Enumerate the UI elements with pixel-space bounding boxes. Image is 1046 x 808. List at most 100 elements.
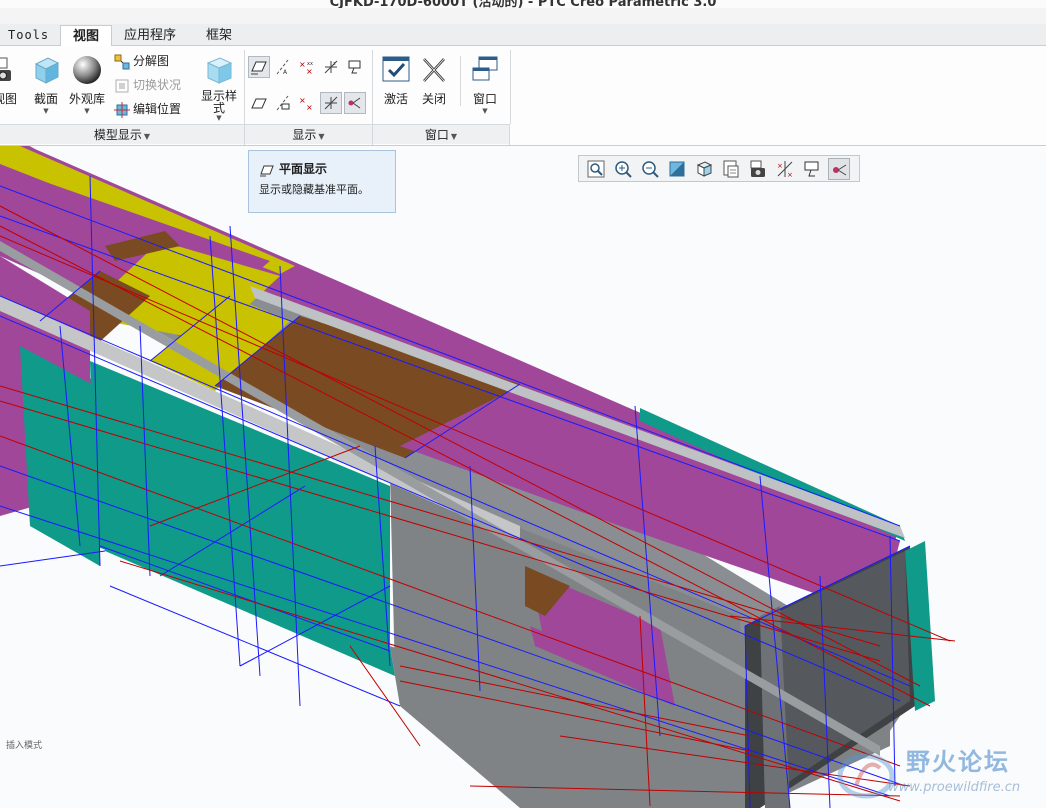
tooltip-title: 平面显示	[279, 162, 328, 176]
svg-text:×: ×	[299, 96, 306, 105]
section-button[interactable]: 截面 ▼	[26, 54, 66, 115]
tab-view[interactable]: 视图	[60, 25, 112, 47]
tab-tools[interactable]: Tools	[2, 25, 55, 46]
close-button[interactable]: 关闭	[414, 54, 454, 107]
watermark-url: www.proewildfire.cn	[888, 780, 1021, 795]
spin-center-tool-button[interactable]	[828, 158, 850, 180]
window-switch-label: 窗口	[472, 92, 497, 106]
camera-icon	[0, 54, 21, 86]
svg-text:×: ×	[306, 103, 313, 112]
svg-text:z: z	[333, 61, 336, 67]
plane-display-toggle[interactable]	[248, 56, 270, 78]
svg-text:×: ×	[787, 171, 793, 179]
graphics-toolbar: × ×	[578, 155, 860, 182]
close-icon	[418, 54, 450, 86]
tab-applications[interactable]: 应用程序	[118, 25, 182, 46]
point-tag-icon: ××	[299, 96, 313, 112]
plane-tag-display-toggle[interactable]	[248, 92, 270, 114]
saved-views-icon	[723, 160, 739, 178]
repaint-button[interactable]	[666, 158, 688, 180]
edit-position-button[interactable]: 编辑位置	[114, 99, 181, 119]
plane-display-tooltip: 平面显示 显示或隐藏基准平面。	[248, 150, 396, 213]
ribbon-group-labels: 模型显示 ▼ 显示 ▼ 窗口 ▼	[0, 124, 510, 145]
axis-display-toggle[interactable]: A	[272, 56, 294, 78]
group-window-label[interactable]: 窗口 ▼	[372, 125, 510, 145]
datum-display-filters-button[interactable]: × ×	[774, 158, 796, 180]
annotation-display-toggle[interactable]	[344, 56, 366, 78]
chevron-down-icon: ▼	[482, 107, 488, 115]
annotation-icon	[804, 161, 819, 177]
datum-filter-icon: ××	[777, 161, 793, 179]
edit-position-label: 编辑位置	[133, 102, 182, 116]
annotation-display-button[interactable]	[801, 158, 823, 180]
shaded-cube-icon	[696, 161, 713, 177]
repaint-icon	[669, 161, 685, 177]
spin-center-icon	[833, 164, 847, 176]
group-separator	[372, 50, 373, 124]
csys-tag-display-toggle[interactable]	[320, 92, 342, 114]
activate-check-icon	[380, 54, 412, 86]
spin-center-toggle[interactable]	[344, 92, 366, 114]
forum-watermark: 野火论坛 www.proewildfire.cn	[836, 742, 1036, 804]
view-manager-button[interactable]: 视图	[0, 54, 22, 107]
datum-axis-icon: A	[276, 59, 289, 76]
appearance-gallery-label: 外观库	[68, 92, 105, 106]
section-cube-icon	[30, 54, 62, 86]
graphics-window[interactable]	[0, 146, 1046, 808]
toggle-status-button[interactable]: 切换状况	[114, 75, 181, 95]
view-manager-label: 视图	[0, 92, 17, 106]
coordinate-system-icon: z	[324, 60, 338, 74]
group-separator	[460, 56, 461, 106]
svg-text:×: ×	[299, 60, 306, 69]
chevron-down-icon: ▼	[450, 132, 458, 141]
toggle-status-label: 切换状况	[133, 78, 182, 92]
tab-frame[interactable]: 框架	[200, 25, 238, 46]
explode-view-button[interactable]: 分解图	[114, 51, 169, 71]
plane-tag-icon	[251, 98, 267, 109]
refit-button[interactable]	[585, 158, 607, 180]
window-switch-button[interactable]: 窗口 ▼	[465, 54, 505, 115]
csys-tag-icon	[324, 96, 338, 110]
title-bar: CJFKD-170D-6000T (活动的) - PTC Creo Parame…	[0, 0, 1046, 8]
forum-logo-icon	[837, 753, 895, 799]
sphere-icon	[71, 54, 103, 86]
datum-point-icon: ××xx	[299, 60, 313, 76]
csys-display-toggle[interactable]: z	[320, 56, 342, 78]
display-style-button[interactable]: 显示样式 ▼	[198, 54, 240, 122]
refit-icon	[587, 160, 605, 178]
watermark-title: 野火论坛	[906, 748, 1010, 776]
ribbon-tab-bar: Tools 视图 应用程序 框架	[0, 24, 1046, 47]
ribbon-panel: 视图 截面 ▼ 外观库 ▼ 分解图 切换状况	[0, 46, 1046, 146]
appearance-gallery-button[interactable]: 外观库 ▼	[67, 54, 107, 115]
point-tag-display-toggle[interactable]: × ×	[296, 92, 318, 114]
spin-center-icon	[348, 97, 361, 109]
chevron-down-icon: ▼	[43, 107, 49, 115]
group-show-label[interactable]: 显示 ▼	[244, 125, 372, 145]
zoom-in-icon	[615, 161, 632, 178]
windows-icon	[469, 54, 501, 86]
section-label: 截面	[33, 92, 58, 106]
chevron-down-icon: ▼	[216, 114, 222, 122]
shaded-cube-icon	[203, 54, 235, 86]
zoom-out-button[interactable]	[639, 158, 661, 180]
svg-text:A: A	[283, 69, 288, 76]
explode-icon	[114, 54, 130, 70]
window-title: CJFKD-170D-6000T (活动的) - PTC Creo Parame…	[329, 0, 717, 8]
axis-tag-display-toggle[interactable]	[272, 92, 294, 114]
edit-position-icon	[114, 101, 130, 118]
toggle-status-icon	[114, 78, 130, 94]
annotation-icon	[348, 60, 361, 74]
view-manager-tool-button[interactable]	[747, 158, 769, 180]
display-style-tool-button[interactable]	[693, 158, 715, 180]
activate-button[interactable]: 激活	[376, 54, 416, 107]
point-display-toggle[interactable]: × × xx	[296, 56, 318, 78]
zoom-in-button[interactable]	[612, 158, 634, 180]
group-model-display-label[interactable]: 模型显示 ▼	[0, 125, 244, 145]
saved-orientations-button[interactable]	[720, 158, 742, 180]
chevron-down-icon: ▼	[143, 132, 151, 141]
zoom-out-icon	[642, 161, 659, 178]
tooltip-description: 显示或隐藏基准平面。	[259, 183, 369, 196]
datum-plane-icon	[259, 163, 275, 177]
chevron-down-icon: ▼	[318, 132, 325, 141]
explode-view-label: 分解图	[133, 54, 170, 68]
